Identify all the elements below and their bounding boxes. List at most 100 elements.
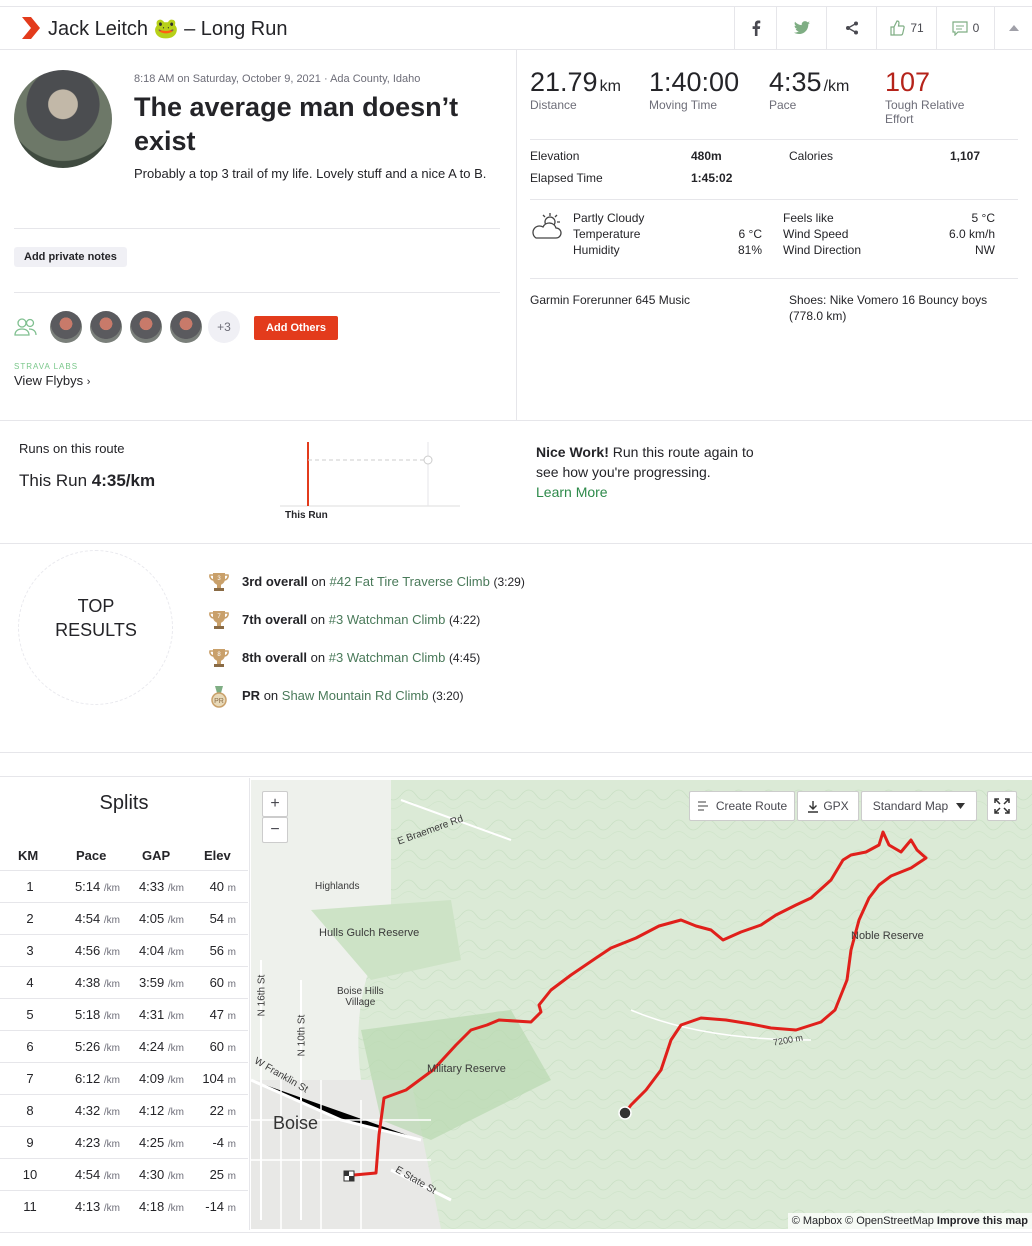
- split-cell-unit: /km: [167, 883, 184, 894]
- kudos-button[interactable]: 71: [876, 7, 936, 49]
- map-label-city: Boise: [273, 1113, 319, 1133]
- facebook-share-button[interactable]: [734, 7, 776, 49]
- fullscreen-button[interactable]: [987, 791, 1017, 821]
- calories-value: 1,107: [950, 149, 981, 163]
- top-result-item: 8 8th overall on #3 Watchman Climb (4:45…: [208, 649, 608, 670]
- learn-more-link[interactable]: Learn More: [536, 484, 608, 500]
- map-label-line: Boise Hills: [337, 986, 384, 997]
- split-cell-unit: /km: [103, 1107, 120, 1118]
- result-time: (3:20): [432, 689, 464, 703]
- svg-text:PR: PR: [214, 698, 224, 705]
- split-cell-unit: /km: [103, 1171, 120, 1182]
- split-cell-unit: /km: [167, 1011, 184, 1022]
- split-cell-unit: /km: [103, 883, 120, 894]
- kudos-count: 71: [910, 21, 924, 35]
- segment-link[interactable]: #3 Watchman Climb: [329, 650, 446, 665]
- activity-name: The average man doesn’t exist: [134, 92, 459, 156]
- flybys-label: View Flybys: [14, 373, 84, 388]
- split-cell-value: 10: [22, 1167, 38, 1182]
- split-cell: 4:05 /km: [122, 911, 184, 926]
- result-time: (4:45): [448, 651, 481, 665]
- split-cell: 3:59 /km: [122, 975, 184, 990]
- gpx-download-button[interactable]: GPX: [797, 791, 859, 821]
- split-cell-value: 4:18: [138, 1199, 165, 1214]
- result-rank: 7th overall: [242, 612, 308, 627]
- split-cell: 11: [8, 1199, 52, 1214]
- top-result-item: 3 3rd overall on #42 Fat Tire Traverse C…: [208, 573, 608, 594]
- share-button[interactable]: [826, 7, 876, 49]
- split-row: 8 4:32 /km 4:12 /km 22 m: [0, 1094, 248, 1126]
- top-result-item: PR PR on Shaw Mountain Rd Climb (3:20): [208, 686, 608, 708]
- athlete-avatar[interactable]: [50, 311, 82, 343]
- split-cell: 5:26 /km: [58, 1039, 120, 1054]
- temperature-value: 6 °C: [738, 227, 762, 241]
- top-results-title: TOP RESULTS: [40, 594, 152, 642]
- divider: [0, 543, 1032, 544]
- map-label-line: Village: [345, 997, 376, 1008]
- split-cell-unit: /km: [167, 947, 184, 958]
- split-cell: 40 m: [186, 879, 236, 894]
- athlete-avatar[interactable]: [130, 311, 162, 343]
- map-label: N 10th St: [296, 1014, 308, 1057]
- zoom-out-button[interactable]: −: [262, 817, 288, 843]
- feels-like-value: 5 °C: [971, 211, 995, 225]
- splits-title: Splits: [99, 792, 149, 814]
- moving-time-stat: 1:40:00 Moving Time: [649, 67, 739, 112]
- athlete-avatar[interactable]: [170, 311, 202, 343]
- twitter-icon: [793, 21, 810, 34]
- chart-point: [423, 455, 433, 465]
- column-divider: [516, 50, 517, 420]
- map-type-select[interactable]: Standard Map: [861, 791, 977, 821]
- col-header-gap: GAP: [142, 848, 171, 863]
- relative-effort-stat[interactable]: 107 Tough Relative Effort: [885, 67, 964, 126]
- zoom-in-button[interactable]: +: [262, 791, 288, 817]
- chevron-right-icon: ›: [86, 376, 91, 388]
- split-row: 10 4:54 /km 4:30 /km 25 m: [0, 1158, 248, 1190]
- athlete-avatar[interactable]: [90, 311, 122, 343]
- facebook-icon: [752, 20, 760, 36]
- add-private-notes-button[interactable]: Add private notes: [14, 247, 127, 267]
- split-cell-value: 4:32: [74, 1103, 101, 1118]
- split-row: 6 5:26 /km 4:24 /km 60 m: [0, 1030, 248, 1062]
- split-cell-unit: m: [227, 1043, 236, 1054]
- result-rank: PR: [242, 688, 261, 703]
- collapse-button[interactable]: [994, 7, 1032, 49]
- view-flybys-link[interactable]: View Flybys ›: [14, 373, 90, 388]
- runs-on-route-label: Runs on this route: [19, 441, 125, 456]
- split-cell-unit: m: [227, 1075, 236, 1086]
- add-others-button[interactable]: Add Others: [254, 316, 338, 340]
- split-cell-unit: m: [227, 979, 236, 990]
- route-map[interactable]: E Braemere Rd Highlands Hulls Gulch Rese…: [251, 780, 1032, 1229]
- comments-button[interactable]: 0: [936, 7, 994, 49]
- twitter-share-button[interactable]: [776, 7, 826, 49]
- result-on: on: [263, 688, 279, 703]
- result-on: on: [311, 574, 326, 589]
- elevation-value: 480m: [691, 149, 722, 163]
- split-cell-value: 104: [202, 1071, 225, 1086]
- feels-like-label: Feels like: [783, 211, 834, 225]
- create-route-button[interactable]: Create Route: [689, 791, 795, 821]
- route-end-marker: [618, 1106, 632, 1120]
- split-row: 11 4:13 /km 4:18 /km -14 m: [0, 1190, 248, 1222]
- athlete-avatar[interactable]: [14, 70, 112, 168]
- improve-map-link[interactable]: Improve this map: [937, 1215, 1028, 1227]
- pace-value: 4:35: [769, 67, 822, 97]
- segment-link[interactable]: #3 Watchman Climb: [329, 612, 446, 627]
- more-athletes-badge[interactable]: +3: [208, 311, 240, 343]
- split-cell-unit: /km: [167, 915, 184, 926]
- segment-link[interactable]: Shaw Mountain Rd Climb: [282, 688, 429, 703]
- split-cell-value: -14: [205, 1199, 225, 1214]
- split-cell: 10: [8, 1167, 52, 1182]
- shoes-name[interactable]: Shoes: Nike Vomero 16 Bouncy boys: [789, 293, 987, 307]
- split-row: 2 4:54 /km 4:05 /km 54 m: [0, 902, 248, 934]
- split-row: 7 6:12 /km 4:09 /km 104 m: [0, 1062, 248, 1094]
- split-cell: 4:38 /km: [58, 975, 120, 990]
- map-label: N 16th St: [256, 974, 268, 1017]
- split-cell-value: 4:24: [138, 1039, 165, 1054]
- chart-this-run-label: This Run: [285, 510, 328, 521]
- pr-medal-icon: PR: [211, 686, 227, 708]
- split-cell-unit: /km: [103, 1075, 120, 1086]
- segment-link[interactable]: #42 Fat Tire Traverse Climb: [329, 574, 489, 589]
- map-label: Military Reserve: [427, 1063, 506, 1075]
- split-cell-unit: m: [227, 915, 236, 926]
